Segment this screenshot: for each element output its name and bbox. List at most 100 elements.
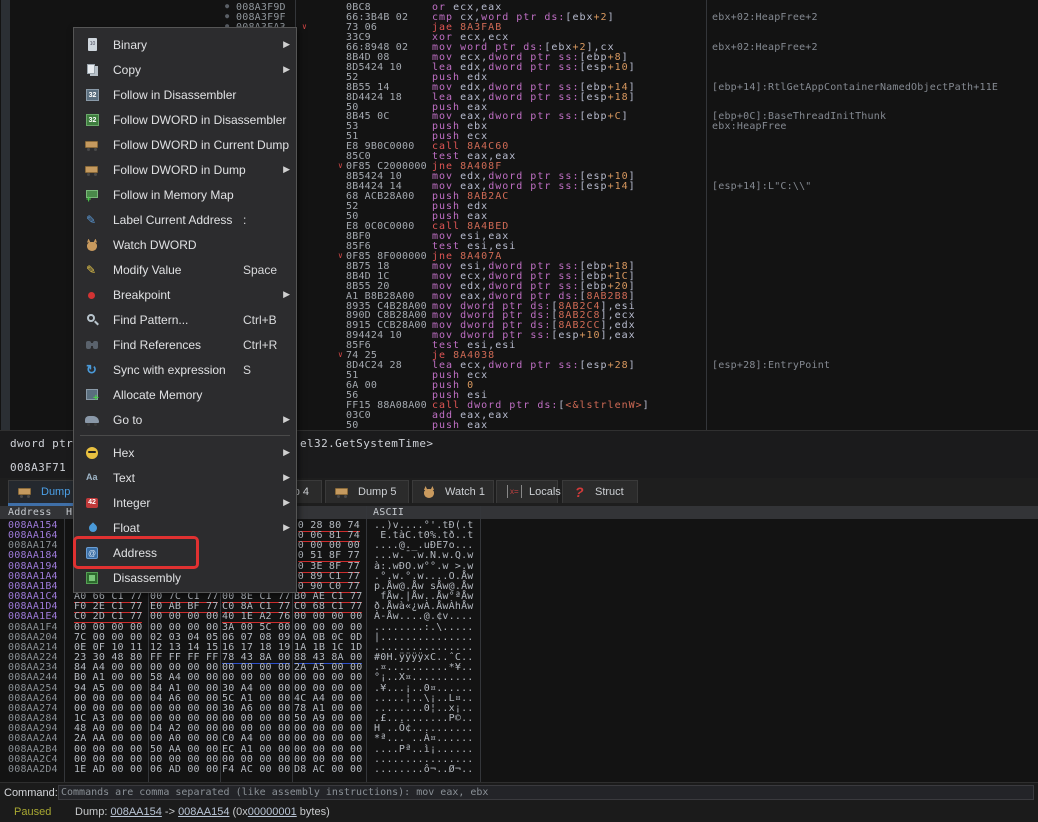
dump-row[interactable]: 008AA26400 00 00 0004 A6 00 005C A1 00 0… [0,693,1038,703]
dump-size-link[interactable]: 00000001 [248,806,297,818]
menu-item-allocate-memory[interactable]: Allocate Memory [74,382,296,407]
breakpoint-dot-icon: ● [225,12,229,20]
menu-item-label: Find References [113,338,201,352]
menu-item-label: Follow DWORD in Dump [113,163,246,177]
command-input[interactable] [58,785,1034,800]
dump-row[interactable]: 008AA22423 30 48 80FF FF FF FF78 43 8A 0… [0,652,1038,662]
dump-row[interactable]: 008AA1F400 00 00 0000 00 00 003A 00 5C 0… [0,622,1038,632]
dump-row[interactable]: 008AA2A42A AA 00 0000 A0 00 00C0 A4 00 0… [0,733,1038,743]
tab-dump-5[interactable]: Dump 5 [325,480,409,503]
submenu-arrow-icon: ▶ [283,39,290,50]
menu-item-integer[interactable]: Integer▶ [74,490,296,515]
menu-item-follow-in-memory-map[interactable]: Follow in Memory Map [74,182,296,207]
menu-item-copy[interactable]: Copy▶ [74,57,296,82]
chip-green-icon [84,112,102,128]
disasm-row[interactable]: ●008A3F9F66:3B4B 02cmp cx,word ptr ds:[e… [0,12,1038,22]
menu-item-disassembly[interactable]: Disassembly [74,565,296,590]
copy-icon [84,62,102,78]
status-arrow: -> [162,806,178,818]
menu-item-hex[interactable]: Hex▶ [74,440,296,465]
dump-ascii: ........ô¬..Ø¬.. [374,764,474,775]
int42-icon [84,495,102,511]
jump-direction-icon: ∨ [302,22,307,31]
dump-from-link[interactable]: 008AA154 [110,806,161,818]
menu-item-follow-in-disassembler[interactable]: Follow in Disassembler [74,82,296,107]
truck-icon [84,162,102,178]
menu-item-label-current-address[interactable]: Label Current Address: [74,207,296,232]
submenu-arrow-icon: ▶ [283,472,290,483]
status-dump-label: Dump: [75,806,110,818]
dump-row[interactable]: 008AA2B400 00 00 0050 AA 00 00EC A1 00 0… [0,744,1038,754]
info-current-address: 008A3F71 [10,461,66,474]
command-label: Command: [4,787,58,799]
dump-row[interactable]: 008AA1D4F0 2E C1 77E0 AB BF 77C0 8A C1 7… [0,601,1038,611]
menu-item-follow-dword-in-current-dump[interactable]: Follow DWORD in Current Dump [74,132,296,157]
menu-item-follow-dword-in-dump[interactable]: Follow DWORD in Dump▶ [74,157,296,182]
tab-locals[interactable]: Locals [496,480,558,503]
menu-item-float[interactable]: Float▶ [74,515,296,540]
memmap-icon [84,187,102,203]
status-bar: Paused Dump: 008AA154 -> 008AA154 (0x000… [0,802,1038,822]
goto-icon [84,412,102,428]
menu-item-sync-with-expression[interactable]: Sync with expressionS [74,357,296,382]
disasm-row[interactable]: ●008A3F9D0BC8or ecx,eax [0,2,1038,12]
dump-to-link[interactable]: 008AA154 [178,806,229,818]
menu-item-label: Modify Value [113,263,181,277]
jump-direction-icon: ∨ [338,251,343,260]
menu-separator [74,432,296,440]
dump-row[interactable]: 008AA2047C 00 00 0002 03 04 0506 07 08 0… [0,632,1038,642]
dump-row[interactable]: 008AA29448 A0 00 00D4 A2 00 0000 00 00 0… [0,723,1038,733]
dump-row[interactable]: 008AA27400 00 00 0000 00 00 0030 A6 00 0… [0,703,1038,713]
tab-label: Dump 5 [358,486,397,498]
dump-bytes: 1E AD 00 00 [74,764,142,775]
dump-row[interactable]: 008AA25494 A5 00 0084 A1 00 0030 A4 00 0… [0,683,1038,693]
dump-hex-group[interactable]: 06 AD 00 00 [150,764,216,775]
dump-row[interactable]: 008AA244B0 A1 00 0058 A4 00 0000 00 00 0… [0,672,1038,682]
dump-row[interactable]: 008AA1E4C0 2D C1 7700 00 00 0040 1E A2 7… [0,611,1038,621]
menu-item-label: Breakpoint [113,288,170,302]
dump-row[interactable]: 008AA2D41E AD 00 0006 AD 00 00F4 AC 00 0… [0,764,1038,774]
dump-hex-group[interactable]: D8 AC 00 00 [294,764,360,775]
dump-row[interactable]: 008AA23484 A4 00 0000 00 00 0000 00 00 0… [0,662,1038,672]
menu-item-go-to[interactable]: Go to▶ [74,407,296,432]
cat-icon [84,237,102,253]
menu-item-label: Follow in Memory Map [113,188,234,202]
menu-item-label: Text [113,471,135,485]
dump-row[interactable]: 008AA2140E 0F 10 1112 13 14 1516 17 18 1… [0,642,1038,652]
info-line1-right: el32.GetSystemTime> [300,437,433,450]
pencil-icon [84,262,102,278]
address-icon [84,545,102,561]
context-menu: Binary ▶ Copy▶ Follow in Disassembler Follow… [73,27,297,593]
menu-item-find-references[interactable]: Find ReferencesCtrl+R [74,332,296,357]
menu-item-label: Find Pattern... [113,313,188,327]
locals-icon [505,484,523,500]
dump-hex-group[interactable]: F4 AC 00 00 [222,764,288,775]
menu-item-modify-value[interactable]: Modify ValueSpace [74,257,296,282]
submenu-arrow-icon: ▶ [283,497,290,508]
menu-item-label: Follow in Disassembler [113,88,236,102]
menu-item-label: Watch DWORD [113,238,197,252]
dump-hex-group[interactable]: 1E AD 00 00 [74,764,140,775]
submenu-arrow-icon: ▶ [283,522,290,533]
menu-item-follow-dword-in-disassembler[interactable]: Follow DWORD in Disassembler [74,107,296,132]
menu-item-binary[interactable]: Binary ▶ [74,32,296,57]
menu-item-label: Binary [113,38,147,52]
truck-icon [334,484,352,500]
tab-watch-1[interactable]: Watch 1 [412,480,494,503]
float-icon [84,520,102,536]
status-open-paren: (0x [229,806,247,818]
alloc-icon [84,387,102,403]
dump-row[interactable]: 008AA2C400 00 00 0000 00 00 0000 00 00 0… [0,754,1038,764]
menu-item-label: Follow DWORD in Disassembler [113,113,286,127]
menu-item-find-pattern[interactable]: Find Pattern...Ctrl+B [74,307,296,332]
menu-item-address[interactable]: Address [74,540,296,565]
status-dump-info: Dump: 008AA154 -> 008AA154 (0x00000001 b… [75,806,330,818]
menu-item-label: Follow DWORD in Current Dump [113,138,289,152]
dump-row[interactable]: 008AA2841C A3 00 0000 00 00 0000 00 00 0… [0,713,1038,723]
sync-icon [84,362,102,378]
menu-item-breakpoint[interactable]: Breakpoint▶ [74,282,296,307]
menu-item-watch-dword[interactable]: Watch DWORD [74,232,296,257]
menu-item-label: Address [113,546,157,560]
tab-struct[interactable]: Struct [562,480,638,503]
menu-item-text[interactable]: Text ▶ [74,465,296,490]
